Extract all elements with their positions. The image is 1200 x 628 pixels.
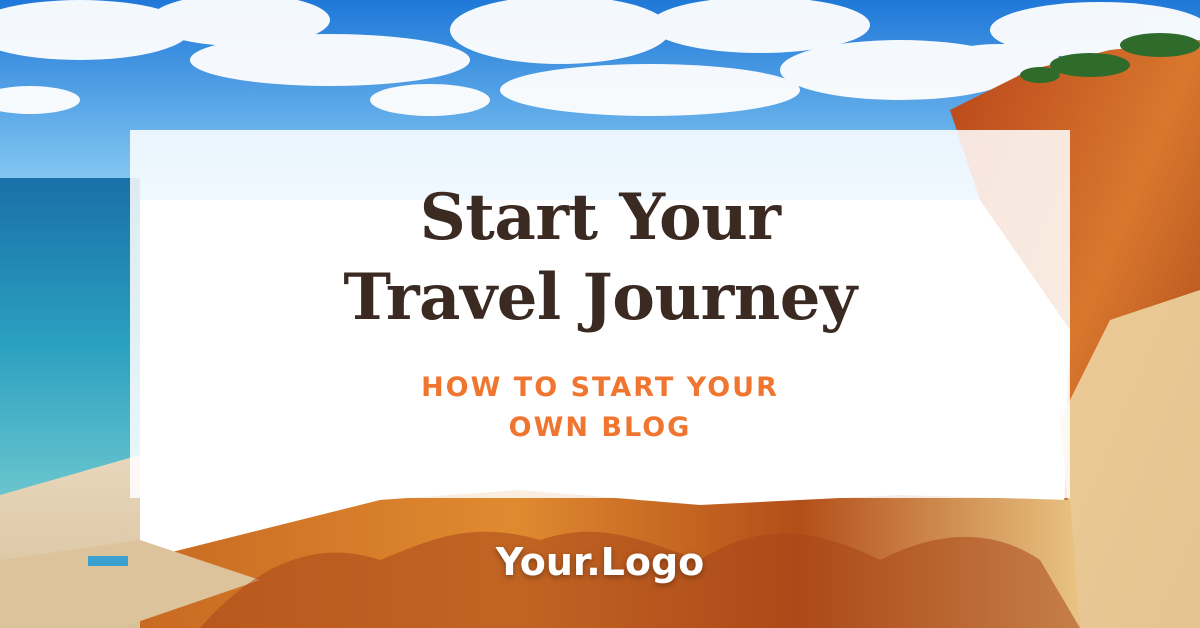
headline: Start Your Travel Journey [130, 178, 1070, 338]
banner: Start Your Travel Journey HOW TO START Y… [0, 0, 1200, 628]
subtitle: HOW TO START YOUR OWN BLOG [130, 368, 1070, 448]
brand-logo: Your.Logo [495, 540, 705, 584]
headline-line-1: Start Your [419, 180, 781, 255]
headline-line-2: Travel Journey [343, 260, 857, 335]
subtitle-line-1: HOW TO START YOUR [421, 372, 779, 403]
headline-card: Start Your Travel Journey HOW TO START Y… [130, 130, 1070, 498]
subtitle-line-2: OWN BLOG [508, 412, 692, 443]
